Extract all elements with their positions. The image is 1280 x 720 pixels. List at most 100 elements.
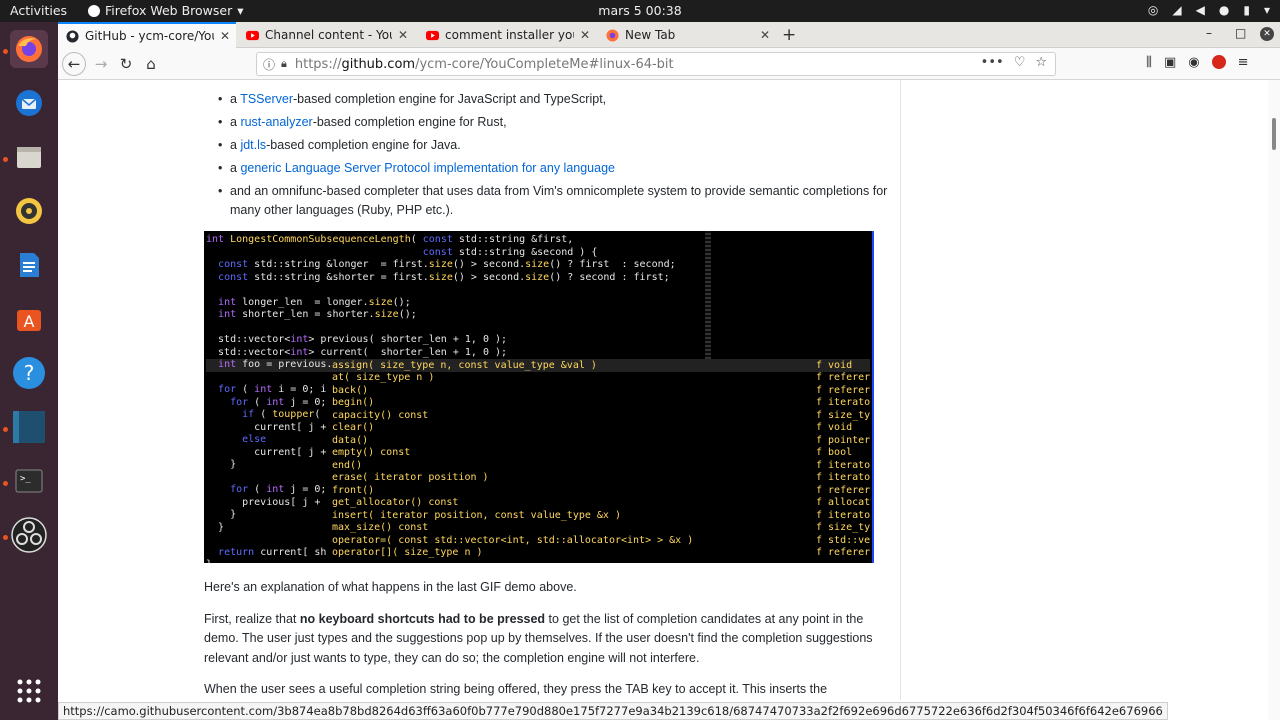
site-info-icon[interactable]: ⓘ — [263, 56, 275, 73]
completion-kind: f referer — [816, 484, 871, 496]
activities-button[interactable]: Activities — [10, 3, 67, 18]
running-indicator — [3, 427, 8, 432]
completion-item: operator[]( size_type n ) — [332, 547, 483, 558]
code-line: int longer_len = longer.size(); — [218, 296, 411, 308]
completion-item: data() — [332, 434, 369, 446]
microphone-icon[interactable]: ● — [1219, 3, 1229, 17]
wifi-icon[interactable]: ◢ — [1172, 3, 1181, 17]
power-menu-icon[interactable]: ▾ — [1264, 3, 1270, 17]
tab-new-tab[interactable]: New Tab ✕ — [598, 22, 776, 48]
home-button[interactable]: ⌂ — [140, 53, 162, 75]
pocket-icon[interactable]: ♡ — [1014, 55, 1026, 70]
list-item: a jdt.ls-based completion engine for Jav… — [204, 136, 900, 155]
tab-comment-installer[interactable]: comment installer youco ✕ — [418, 22, 596, 48]
adblock-icon[interactable] — [1211, 55, 1226, 69]
ycm-demo-gif[interactable]: int LongestCommonSubsequenceLength( cons… — [204, 231, 874, 563]
app-menu-label: Firefox Web Browser — [105, 3, 233, 18]
page-actions-icon[interactable]: ••• — [981, 55, 1004, 70]
volume-icon[interactable]: ◀ — [1196, 3, 1205, 17]
writer-icon — [20, 253, 39, 277]
completion-item: back() — [332, 384, 369, 396]
page-scrollbar[interactable] — [1268, 80, 1280, 720]
completion-item: capacity() const — [332, 409, 429, 421]
list-item: and an omnifunc-based completer that use… — [204, 182, 900, 220]
code-line: current[ j + — [206, 446, 327, 458]
completer-list: a TSServer-based completion engine for J… — [204, 90, 900, 220]
maximize-button[interactable]: □ — [1235, 26, 1246, 40]
link-tsserver[interactable]: TSServer — [240, 92, 293, 106]
firefox-launcher[interactable] — [10, 30, 48, 68]
youtube-icon — [426, 30, 439, 40]
running-indicator — [3, 481, 8, 486]
back-button[interactable]: ← — [62, 52, 86, 76]
svg-text:>_: >_ — [20, 474, 31, 484]
close-icon[interactable]: ✕ — [760, 28, 770, 42]
code-line: const std::string &shorter = first.size(… — [218, 271, 670, 283]
url-bar[interactable]: ⓘ 🔒︎ https://github.com/ycm-core/YouComp… — [256, 52, 1056, 76]
terminal-launcher[interactable]: >_ — [10, 462, 48, 500]
forward-button[interactable]: → — [90, 53, 112, 75]
running-indicator — [3, 157, 8, 162]
accessibility-icon[interactable]: ◎ — [1148, 3, 1158, 17]
writer-launcher[interactable] — [10, 246, 48, 284]
menu-icon[interactable]: ≡ — [1238, 55, 1249, 70]
software-center-launcher[interactable]: A — [10, 300, 48, 338]
code-line: for ( int i = 0; i — [218, 384, 327, 395]
close-icon[interactable]: ✕ — [220, 29, 230, 43]
completion-item: assign( size_type n, const value_type &v… — [332, 359, 597, 371]
thunderbird-launcher[interactable] — [10, 84, 48, 122]
lock-icon[interactable]: 🔒︎ — [281, 57, 287, 71]
scrollbar-thumb[interactable] — [1272, 118, 1276, 150]
sidebar-icon[interactable]: ▣ — [1164, 55, 1176, 70]
profile-icon[interactable]: ◉ — [1188, 55, 1199, 70]
youtube-icon — [246, 30, 259, 40]
firefox-icon — [16, 36, 42, 62]
tab-title: comment installer youco — [445, 28, 574, 42]
completion-kind: f pointer — [816, 434, 871, 446]
code-line: else — [242, 434, 267, 445]
rhythmbox-launcher[interactable] — [10, 192, 48, 230]
help-launcher[interactable]: ? — [10, 354, 48, 392]
code-line: current[ j + — [206, 421, 327, 433]
completion-item: end() — [332, 459, 363, 471]
blue-app-launcher[interactable] — [10, 408, 48, 446]
firefox-mini-icon — [88, 4, 100, 17]
link-generic-lsp[interactable]: generic Language Server Protocol impleme… — [240, 161, 615, 175]
demo-edge — [872, 231, 874, 563]
software-center-icon: A — [17, 310, 41, 331]
completion-kind: f iterato — [816, 509, 871, 521]
dock: A ? >_ — [0, 22, 58, 720]
link-rust-analyzer[interactable]: rust-analyzer — [240, 115, 312, 129]
svg-text:?: ? — [24, 361, 35, 385]
list-item: a generic Language Server Protocol imple… — [204, 159, 900, 178]
window-close-button[interactable]: ✕ — [1260, 27, 1274, 41]
code-line: } — [206, 459, 237, 470]
reload-button[interactable]: ↻ — [115, 53, 137, 75]
completion-kind: f void — [816, 359, 853, 371]
tab-github[interactable]: GitHub - ycm-core/YouCo ✕ — [58, 22, 236, 48]
app-menu[interactable]: Firefox Web Browser ▾ — [88, 3, 244, 18]
files-launcher[interactable] — [10, 138, 48, 176]
tab-channel-content[interactable]: Channel content - YouTu ✕ — [238, 22, 414, 48]
system-tray[interactable]: ◎ ◢ ◀ ● ▮ ▾ — [1148, 3, 1270, 17]
bookmark-star-icon[interactable]: ☆ — [1035, 55, 1047, 70]
clock[interactable]: mars 5 00:38 — [598, 3, 681, 18]
completion-item: empty() const — [332, 447, 411, 458]
minimize-button[interactable]: – — [1206, 26, 1212, 40]
show-applications-button[interactable] — [10, 672, 48, 710]
terminal-icon: >_ — [15, 469, 43, 493]
close-icon[interactable]: ✕ — [398, 28, 408, 42]
battery-icon[interactable]: ▮ — [1243, 3, 1250, 17]
url-text[interactable]: https://github.com/ycm-core/YouCompleteM… — [295, 57, 674, 72]
library-icon[interactable]: ⫼ — [1146, 55, 1152, 70]
code-line: return current[ sh — [218, 546, 327, 558]
tab-title: Channel content - YouTu — [265, 28, 392, 42]
link-jdt-ls[interactable]: jdt.ls — [240, 138, 266, 152]
close-icon[interactable]: ✕ — [580, 28, 590, 42]
code-line: const std::string &longer = first.size()… — [218, 259, 676, 270]
completion-kind: f void — [816, 422, 853, 433]
obs-launcher[interactable] — [10, 516, 48, 554]
chevron-down-icon: ▾ — [237, 3, 244, 18]
list-item: a rust-analyzer-based completion engine … — [204, 113, 900, 132]
new-tab-button[interactable]: + — [782, 25, 796, 45]
